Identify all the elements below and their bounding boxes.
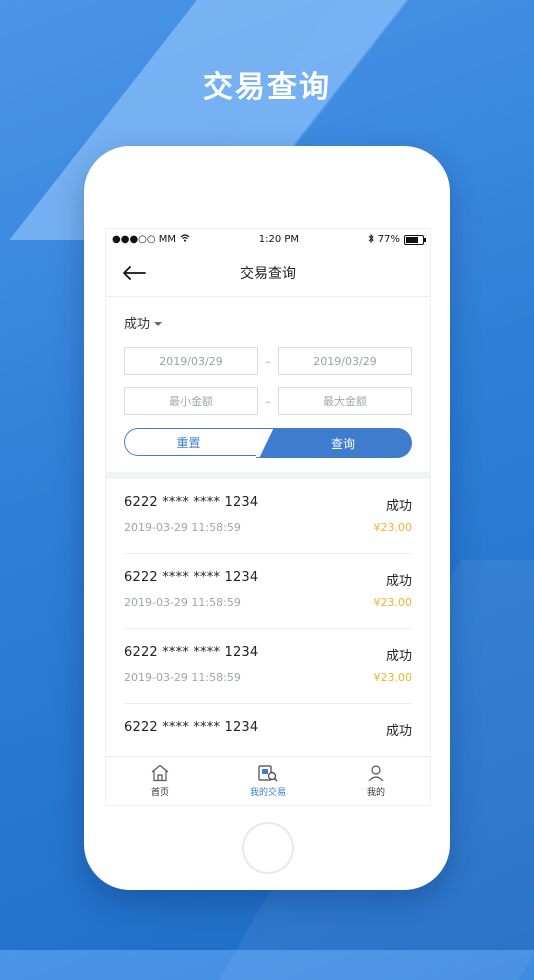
status-dropdown[interactable]: 成功 [124,313,163,332]
home-icon [151,764,169,782]
transaction-amount: ¥23.00 [373,596,413,609]
range-separator: – [265,394,271,408]
tab-profile-label: 我的 [366,788,385,798]
transaction-amount: ¥23.00 [373,521,413,534]
transaction-time: 2019-03-29 11:58:59 [124,671,241,684]
user-icon [368,765,384,782]
range-separator: – [265,354,271,368]
wifi-icon [180,234,190,245]
section-divider [106,472,430,479]
transaction-item[interactable]: 6222 **** **** 1234 成功 2019-03-29 11:58:… [124,554,412,629]
phone-frame: ●●●○○ MM 1:20 PM 77% 交易查询 成功 2019/03/29 … [84,146,450,890]
status-time: 1:20 PM [258,234,300,245]
card-number: 6222 **** **** 1234 [124,570,259,585]
battery-percent: 77% [377,234,400,245]
bluetooth-icon [368,233,374,246]
filter-panel: 成功 – – 重置 查询 [106,297,430,458]
tab-my-transactions[interactable]: 我的交易 [214,757,322,805]
page-title: 交易查询 [240,266,296,282]
date-range-row: – [124,347,412,375]
transaction-item[interactable]: 6222 **** **** 1234 成功 2019-03-29 11:58:… [124,479,412,554]
amount-range-row: – [124,387,412,415]
battery-icon [404,234,426,245]
min-amount-field[interactable] [124,387,258,415]
transaction-status: 成功 [385,499,412,514]
start-date-field[interactable] [124,347,258,375]
carrier-signal: ●●●○○ MM [112,234,177,245]
reset-button[interactable]: 重置 [124,428,272,456]
transaction-time: 2019-03-29 11:58:59 [124,521,241,534]
tab-home[interactable]: 首页 [106,757,214,805]
transaction-status: 成功 [385,649,412,664]
status-dropdown-value: 成功 [124,317,151,332]
transactions-search-icon [258,765,278,782]
transaction-status: 成功 [385,724,412,739]
transaction-amount: ¥23.00 [373,671,413,684]
phone-home-button [242,822,294,874]
tab-bar: 首页 我的交易 我的 [106,756,430,805]
card-number: 6222 **** **** 1234 [124,645,259,660]
tab-home-label: 首页 [150,788,169,798]
chevron-down-icon [154,321,163,326]
card-number: 6222 **** **** 1234 [124,495,259,510]
tab-my-transactions-label: 我的交易 [249,788,286,798]
card-number: 6222 **** **** 1234 [124,720,259,735]
transaction-status: 成功 [385,574,412,589]
end-date-field[interactable] [278,347,412,375]
nav-bar: 交易查询 [106,250,430,297]
action-buttons: 重置 查询 [124,428,412,458]
query-button[interactable]: 查询 [260,428,412,458]
transaction-item[interactable]: 6222 **** **** 1234 成功 2019-03-29 11:58:… [124,629,412,704]
app-screen: ●●●○○ MM 1:20 PM 77% 交易查询 成功 2019/03/29 … [105,228,431,806]
promo-headline: 交易查询 [203,70,331,105]
transaction-time: 2019-03-29 11:58:59 [124,596,241,609]
status-bar: ●●●○○ MM 1:20 PM 77% [106,229,430,250]
max-amount-field[interactable] [278,387,412,415]
transaction-list: 6222 **** **** 1234 成功 2019-03-29 11:58:… [106,479,430,779]
tab-profile[interactable]: 我的 [322,757,430,805]
